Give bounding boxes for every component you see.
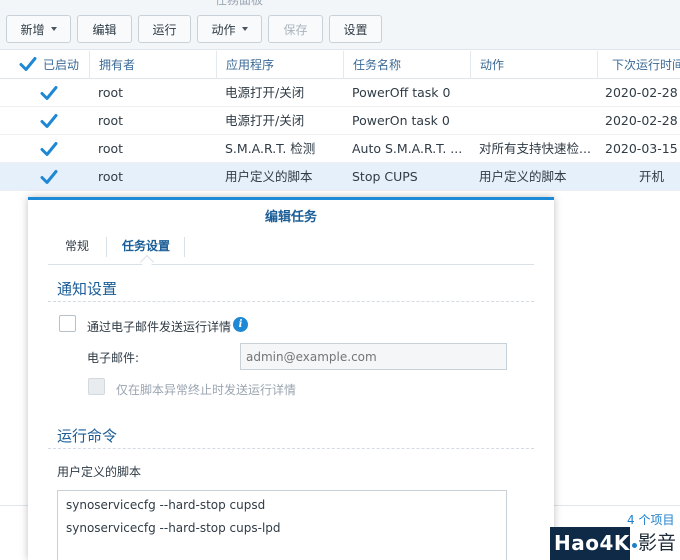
column-owner[interactable]: 拥有者 [89,51,216,79]
watermark-dot [632,543,637,548]
cell-app: 电源打开/关闭 [225,85,305,100]
table-row[interactable]: root 电源打开/关闭 PowerOn task 0 2020-02-28 [0,107,680,135]
toolbar: 新增 编辑 运行 动作 保存 设置 [6,15,382,43]
check-icon[interactable] [19,56,37,72]
divider [48,448,534,449]
table-header: 已启动 拥有者 应用程序 任务名称 动作 下次运行时间 [0,51,680,79]
column-enabled[interactable]: 已启动 [13,51,86,79]
cell-owner: root [98,169,124,184]
cell-app: S.M.A.R.T. 检测 [225,141,316,156]
check-icon[interactable] [40,113,58,129]
item-count: 4 个项目 [627,513,675,527]
caret-down-icon [241,27,248,31]
divider [184,237,185,257]
run-section-title: 运行命令 [57,427,118,445]
email-details-checkbox[interactable] [59,315,76,332]
divider [554,505,680,506]
divider [0,505,28,506]
watermark: Hao4K 影音 [550,527,680,560]
action-button[interactable]: 动作 [197,15,262,43]
email-details-label: 通过电子邮件发送运行详情 [87,320,232,334]
cell-app: 用户定义的脚本 [225,169,313,184]
cell-next-run: 开机 [639,169,665,184]
cell-owner: root [98,85,124,100]
column-next-run[interactable]: 下次运行时间 [597,51,680,79]
save-button[interactable]: 保存 [268,15,323,43]
table-row[interactable]: root 电源打开/关闭 PowerOff task 0 2020-02-28 [0,79,680,107]
script-label: 用户定义的脚本 [57,465,142,479]
column-task-name[interactable]: 任务名称 [343,51,470,79]
info-icon[interactable]: i [233,317,248,332]
cell-action: 对所有支持快速检... [479,141,591,156]
script-textarea[interactable]: synoservicecfg --hard-stop cupsd synoser… [57,490,507,560]
abnormal-only-label: 仅在脚本异常终止时发送运行详情 [116,383,297,397]
new-button[interactable]: 新增 [6,15,71,43]
email-field[interactable] [240,343,507,370]
cell-next-run: 2020-03-15 [605,141,678,156]
cell-next-run: 2020-02-28 [605,113,678,128]
edit-task-dialog: 编辑任务 常规 任务设置 通知设置 通过电子邮件发送运行详情 i 电子邮件: 仅… [28,197,554,560]
cell-task: Stop CUPS [352,169,418,184]
check-icon[interactable] [40,141,58,157]
cell-task: PowerOff task 0 [352,85,451,100]
email-label: 电子邮件: [87,351,140,365]
abnormal-only-checkbox[interactable] [88,378,105,395]
cell-owner: root [98,141,124,156]
script-line: synoservicecfg --hard-stop cups-lpd [66,521,281,535]
caret-down-icon [50,27,57,31]
table-row-selected[interactable]: root 用户定义的脚本 Stop CUPS 用户定义的脚本 开机 [0,163,680,191]
task-table: 已启动 拥有者 应用程序 任务名称 动作 下次运行时间 root 电源打开/关闭… [0,51,680,191]
column-action[interactable]: 动作 [470,51,597,79]
cell-next-run: 2020-02-28 [605,85,678,100]
edit-button[interactable]: 编辑 [77,15,132,43]
table-row[interactable]: root S.M.A.R.T. 检测 Auto S.M.A.R.T. ... 对… [0,135,680,163]
tab-general[interactable]: 常规 [65,233,89,264]
divider [106,237,107,257]
notify-section-title: 通知设置 [57,280,118,298]
column-app[interactable]: 应用程序 [216,51,343,79]
toolbar-area: 任務面板 新增 编辑 运行 动作 保存 设置 [0,0,680,50]
check-icon[interactable] [40,85,58,101]
cell-app: 电源打开/关闭 [225,113,305,128]
divider [48,301,534,302]
cell-owner: root [98,113,124,128]
dialog-tabs: 常规 任务设置 [48,233,534,270]
cell-task: Auto S.M.A.R.T. ... [352,141,463,156]
panel-title: 任務面板 [215,0,264,7]
check-icon[interactable] [40,169,58,185]
run-button[interactable]: 运行 [138,15,191,43]
watermark-suffix: 影音 [638,532,677,554]
dialog-title: 编辑任务 [264,210,317,225]
script-line: synoservicecfg --hard-stop cupsd [66,498,266,512]
watermark-brand: Hao4K [550,527,630,560]
cell-task: PowerOn task 0 [352,113,450,128]
settings-button[interactable]: 设置 [329,15,382,43]
cell-action: 用户定义的脚本 [479,169,567,184]
